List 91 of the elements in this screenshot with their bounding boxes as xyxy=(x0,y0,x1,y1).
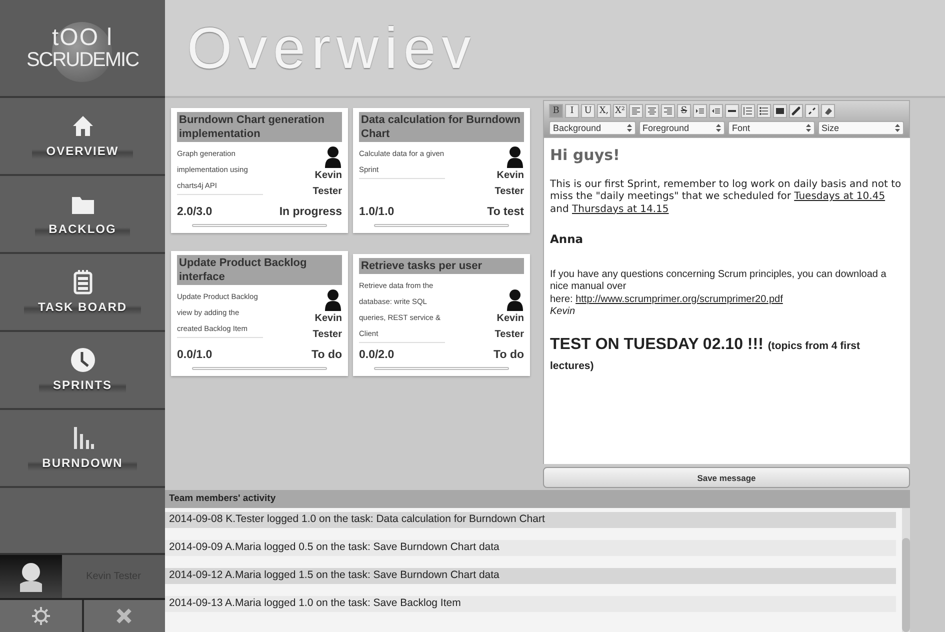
task-title: Burndown Chart generation implementation xyxy=(177,112,342,142)
toolbar-button[interactable] xyxy=(741,104,755,118)
assignee-name: Kevin xyxy=(314,312,342,326)
message-text: TEST ON TUESDAY 02.10 !!! (topics from 4 first lectures) xyxy=(550,334,862,374)
chevron-icon xyxy=(895,124,900,132)
app-logo: tOO l SCRUDEMIC xyxy=(0,0,165,98)
toolbar-button[interactable] xyxy=(709,104,723,118)
user-avatar-icon xyxy=(18,562,44,592)
nav-item[interactable]: BACKLOG xyxy=(0,176,165,254)
message-text: This is our first Sprint, remember to log work on daily basis and not to miss the "daily meetings" that we scheduled for Tuesdays at 10.45 and Thursdays at 14.15 xyxy=(550,178,902,216)
close-icon xyxy=(115,607,134,625)
assignee-name: Tester xyxy=(312,185,342,199)
dropdown[interactable]: Background xyxy=(549,121,636,135)
toolbar-button[interactable]: B xyxy=(549,104,563,118)
task-title: Update Product Backlog interface xyxy=(177,255,342,285)
toolbar-button[interactable]: X, xyxy=(597,104,611,118)
dropdown[interactable]: Size xyxy=(818,121,904,135)
align-center-icon xyxy=(647,106,657,116)
task-hours: 1.0/1.0 xyxy=(359,206,394,218)
toolbar-button[interactable]: U xyxy=(581,104,595,118)
link[interactable]: http://www.scrumprimer.org/scrumprimer20.pdf xyxy=(576,294,783,305)
chevron-icon xyxy=(716,124,721,132)
toolbar-button[interactable] xyxy=(629,104,643,118)
dropdown[interactable]: Foreground xyxy=(638,121,725,135)
activity-header: Team members' activity xyxy=(165,490,910,508)
person-icon xyxy=(324,289,342,311)
nav-item[interactable]: SPRINTS xyxy=(0,332,165,410)
indent-icon xyxy=(695,106,705,116)
assignee-name: Tester xyxy=(312,328,342,342)
toolbar-button[interactable] xyxy=(821,104,835,118)
assignee-name: Kevin xyxy=(314,169,342,183)
unlink-icon xyxy=(807,106,817,116)
message-text: Hi guys! xyxy=(550,146,621,165)
toolbar-button[interactable] xyxy=(773,104,787,118)
dropdown[interactable]: Font xyxy=(728,121,814,135)
settings-button[interactable] xyxy=(0,600,82,632)
assignee-name: Tester xyxy=(494,328,524,342)
activity-entry: 2014-09-08 K.Tester logged 1.0 on the task: Data calculation for Burndown Chart xyxy=(165,512,896,528)
eraser-icon xyxy=(823,106,833,116)
task-hours: 2.0/3.0 xyxy=(177,206,212,218)
clock-icon xyxy=(70,347,96,373)
page-title: Overwiev xyxy=(187,14,477,82)
align-right-icon xyxy=(663,106,673,116)
align-left-icon xyxy=(631,106,641,116)
settings-icon xyxy=(30,605,52,627)
bulleted-list-icon xyxy=(759,106,769,116)
link[interactable]: Tuesdays at 10.45 xyxy=(794,191,886,202)
assignee-name: Kevin xyxy=(496,169,524,183)
task-status: To do xyxy=(494,349,524,361)
close-button[interactable] xyxy=(84,600,165,632)
toolbar-button[interactable]: I xyxy=(565,104,579,118)
task-hours: 0.0/1.0 xyxy=(177,349,212,361)
nav-item[interactable]: BURNDOWN xyxy=(0,410,165,488)
toolbar-button[interactable] xyxy=(805,104,819,118)
person-icon xyxy=(506,289,524,311)
message-editor[interactable] xyxy=(543,138,910,464)
activity-entry: 2014-09-09 A.Maria logged 0.5 on the task: Save Burndown Chart data xyxy=(165,540,896,556)
toolbar-button[interactable]: S xyxy=(677,104,691,118)
toolbar-button[interactable] xyxy=(789,104,803,118)
toolbar-button[interactable] xyxy=(645,104,659,118)
link[interactable]: Thursdays at 14.15 xyxy=(572,204,669,215)
link-icon xyxy=(791,106,801,116)
toolbar-button[interactable] xyxy=(757,104,771,118)
person-icon xyxy=(506,146,524,168)
activity-entry: 2014-09-12 A.Maria logged 1.5 on the task: Save Burndown Chart data xyxy=(165,568,896,584)
task-title: Retrieve tasks per user xyxy=(359,258,524,274)
toolbar-button[interactable] xyxy=(661,104,675,118)
message-text: here: http://www.scrumprimer.org/scrumprimer20.pdf xyxy=(550,294,784,306)
assignee-name: Kevin xyxy=(496,312,524,326)
activity-entry: 2014-09-13 A.Maria logged 1.0 on the task: Save Backlog Item xyxy=(165,596,896,612)
nav-item[interactable]: OVERVIEW xyxy=(0,98,165,176)
task-status: In progress xyxy=(279,206,342,218)
person-icon xyxy=(324,146,342,168)
image-icon xyxy=(775,106,785,116)
toolbar-button[interactable] xyxy=(693,104,707,118)
toolbar-button[interactable]: X² xyxy=(613,104,627,118)
toolbar-button[interactable] xyxy=(725,104,739,118)
task-status: To test xyxy=(487,206,524,218)
nav-item[interactable]: TASK BOARD xyxy=(0,254,165,332)
chevron-icon xyxy=(806,124,810,132)
scrollbar-thumb[interactable] xyxy=(902,538,910,632)
task-title: Data calculation for Burndown Chart xyxy=(359,112,524,142)
numbered-list-icon xyxy=(743,106,753,116)
message-text: Anna xyxy=(550,232,584,247)
chevron-icon xyxy=(626,124,632,132)
task-hours: 0.0/2.0 xyxy=(359,349,394,361)
task-status: To do xyxy=(312,349,342,361)
outdent-icon xyxy=(711,106,721,116)
assignee-name: Tester xyxy=(494,185,524,199)
save-message-button[interactable]: Save message xyxy=(543,467,910,488)
message-text: Kevin xyxy=(550,306,576,319)
